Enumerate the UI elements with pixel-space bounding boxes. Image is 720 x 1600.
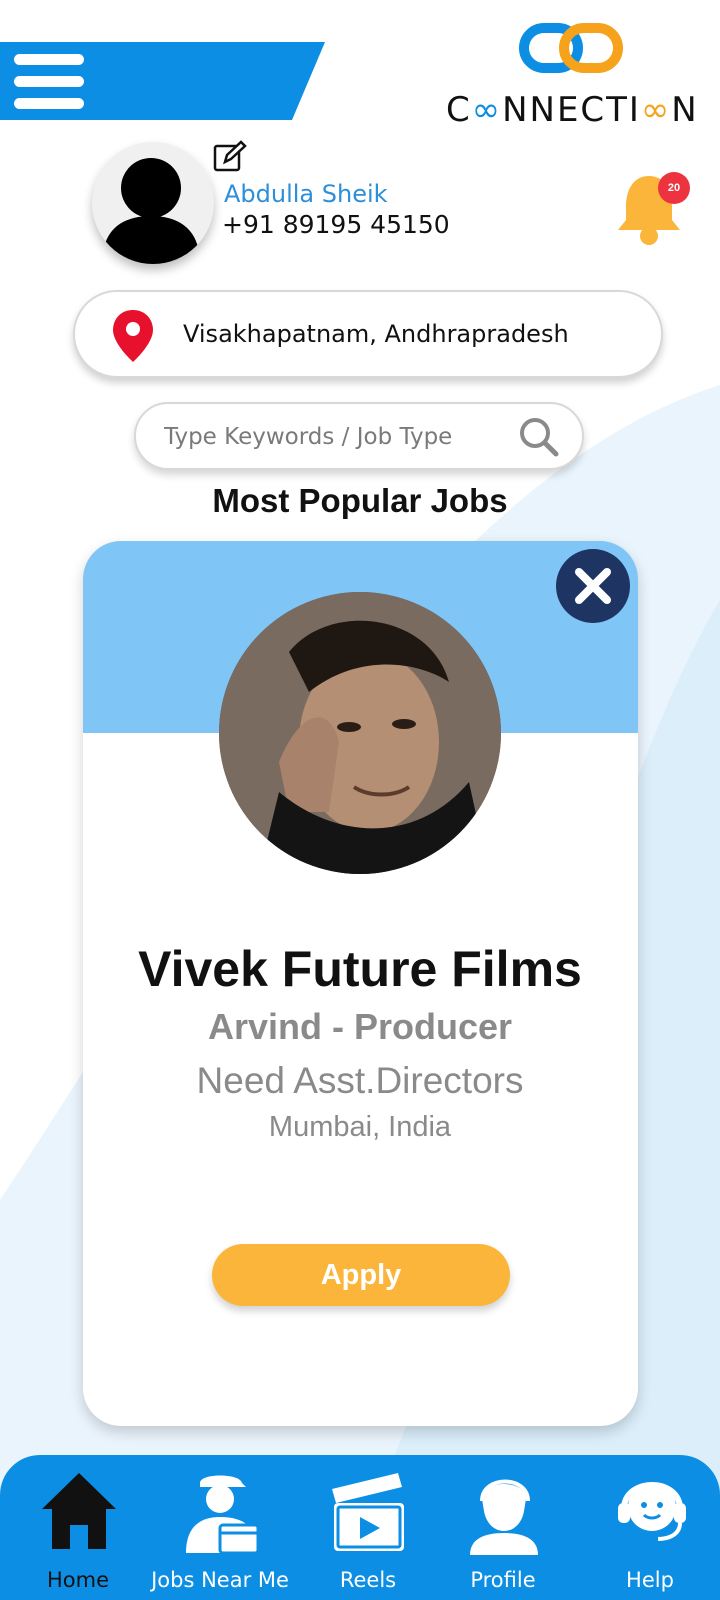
nav-label-profile: Profile [470,1568,536,1592]
nav-item-home[interactable]: Home [20,1455,136,1600]
nav-label-jobs-near-me: Jobs Near Me [151,1568,289,1592]
director-icon [186,1475,260,1555]
job-location: Mumbai, India [268,1111,452,1143]
user-phone: +91 89195 45150 [222,210,450,239]
person-portrait-image [219,592,501,874]
search-bar [134,402,584,470]
bottom-nav: Home Jobs Near Me Reels Profile Help [0,1455,720,1600]
job-poster-photo [219,592,501,874]
location-text: Visakhapatnam, Andhrapradesh [183,320,569,348]
close-icon [575,568,611,604]
profile-icon [470,1479,538,1555]
nav-item-help[interactable]: Help [590,1455,710,1600]
clapperboard-icon [332,1473,404,1551]
avatar[interactable] [92,142,214,264]
job-requirement: Need Asst.Directors [196,1060,524,1101]
home-icon [42,1473,116,1549]
job-company: Vivek Future Films [138,941,582,997]
logo-text: C∞NNECTI∞N [446,90,699,130]
chain-link-icon [519,23,623,73]
nav-label-reels: Reels [339,1568,397,1592]
apply-button[interactable]: Apply [212,1244,510,1306]
location-selector[interactable]: Visakhapatnam, Andhrapradesh [73,290,663,378]
nav-label-help: Help [626,1568,674,1592]
nav-label-home: Home [46,1568,109,1592]
job-contact: Arvind - Producer [207,1006,513,1047]
user-silhouette-icon [102,158,200,264]
edit-icon[interactable] [213,140,247,174]
map-pin-icon [113,310,153,362]
user-name: Abdulla Sheik [224,180,388,208]
section-title: Most Popular Jobs [212,482,508,519]
close-button[interactable] [556,549,630,623]
hamburger-icon[interactable] [14,54,86,110]
search-input[interactable] [164,418,504,456]
nav-item-profile[interactable]: Profile [448,1455,558,1600]
notification-badge: 20 [658,172,690,204]
search-icon[interactable] [516,414,562,460]
nav-item-reels[interactable]: Reels [316,1455,420,1600]
nav-item-jobs-near-me[interactable]: Jobs Near Me [150,1455,290,1600]
connection-logo: C∞NNECTI∞N [446,20,699,138]
support-icon [618,1482,686,1541]
